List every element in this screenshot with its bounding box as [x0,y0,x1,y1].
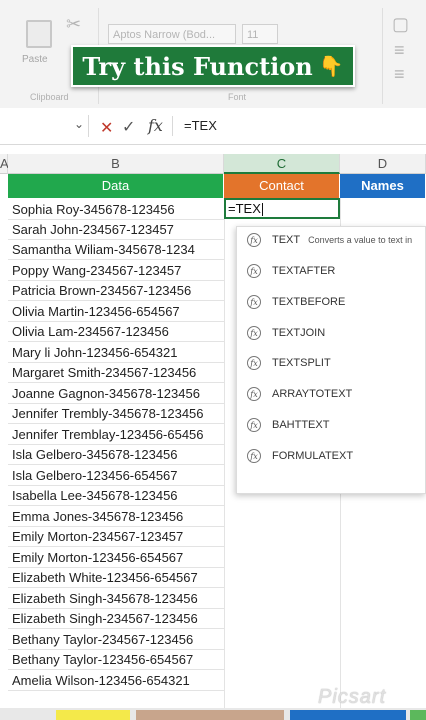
header-contact[interactable]: Contact [224,174,340,198]
table-row[interactable]: Jennifer Tremblay-123456-65456 [8,425,224,445]
function-autocomplete-list: fx TEXT Converts a value to text in fx T… [236,226,426,494]
autocomplete-item-bahttext[interactable]: fx BAHTTEXT [247,415,329,435]
align-icon[interactable]: ≡ [394,40,405,61]
sheet-tab[interactable] [56,710,130,720]
table-row[interactable]: Patricia Brown-234567-123456 [8,281,224,301]
chevron-down-icon[interactable]: ⌄ [74,117,84,131]
grid-line [224,198,225,708]
table-row[interactable]: Olivia Martin-123456-654567 [8,302,224,322]
table-row[interactable]: Jennifer Trembly-345678-123456 [8,404,224,424]
table-row[interactable]: Elizabeth Singh-345678-123456 [8,589,224,609]
table-row[interactable]: Isla Gelbero-123456-654567 [8,466,224,486]
column-header-c[interactable]: C [224,154,340,174]
table-row[interactable]: Elizabeth White-123456-654567 [8,568,224,588]
name-box[interactable]: ⌄ [0,115,89,137]
function-icon: fx [247,264,261,278]
active-cell-value: =TEX [228,201,261,216]
font-name-select[interactable]: Aptos Narrow (Bod... [108,24,236,44]
table-row[interactable]: Bethany Taylor-123456-654567 [8,650,224,670]
insert-function-icon[interactable]: fx [148,116,163,135]
cut-icon[interactable]: ✂ [66,14,81,35]
autocomplete-item-name: ARRAYTOTEXT [272,388,353,400]
sheet-tab[interactable] [410,710,426,720]
header-names[interactable]: Names [340,174,426,198]
table-row[interactable]: Elizabeth Singh-234567-123456 [8,609,224,629]
table-row[interactable]: Emily Morton-123456-654567 [8,548,224,568]
table-row[interactable]: Isla Gelbero-345678-123456 [8,445,224,465]
autocomplete-item-formulatext[interactable]: fx FORMULATEXT [247,446,353,466]
banner-text: Try this Function [82,51,313,81]
autocomplete-item-name: TEXTBEFORE [272,296,346,308]
paste-icon[interactable] [26,20,52,48]
clipboard-group-label: Clipboard [30,92,69,102]
autocomplete-item-name: TEXTSPLIT [272,357,331,369]
ribbon-divider [382,8,383,104]
function-icon: fx [247,295,261,309]
autocomplete-item-textjoin[interactable]: fx TEXTJOIN [247,323,325,343]
function-icon: fx [247,233,261,247]
function-icon: fx [247,356,261,370]
formula-divider [172,116,173,136]
indent-icon[interactable]: ≡ [394,64,405,85]
paste-label: Paste [22,54,48,65]
autocomplete-item-name: TEXTAFTER [272,265,336,277]
function-icon: fx [247,449,261,463]
cancel-icon[interactable]: ✕ [100,118,113,138]
autocomplete-item-name: TEXTJOIN [272,327,326,339]
text-caret [261,203,263,217]
column-header-b[interactable]: B [8,154,224,174]
column-header-a[interactable]: A [0,154,9,174]
formula-input[interactable]: =TEX [184,118,217,133]
column-header-d[interactable]: D [340,154,426,174]
font-group-label: Font [228,92,247,102]
table-row[interactable]: Sarah John-234567-123457 [8,220,224,240]
autocomplete-item-description: Converts a value to text in [308,235,413,245]
autocomplete-item-textsplit[interactable]: fx TEXTSPLIT [247,353,331,373]
font-size-select[interactable]: 11 [242,24,278,44]
function-icon: fx [247,418,261,432]
table-row[interactable]: Poppy Wang-234567-123457 [8,261,224,281]
table-row[interactable]: Emma Jones-345678-123456 [8,507,224,527]
table-row[interactable]: Olivia Lam-234567-123456 [8,322,224,342]
autocomplete-item-name: TEXT [272,234,301,246]
autocomplete-item-textbefore[interactable]: fx TEXTBEFORE [247,292,345,312]
wrap-icon[interactable]: ▢ [392,14,409,35]
function-icon: fx [247,326,261,340]
table-row[interactable]: Mary li John-123456-654321 [8,343,224,363]
table-row[interactable]: Sophia Roy-345678-123456 [8,200,224,220]
table-row[interactable]: Margaret Smith-234567-123456 [8,363,224,383]
table-row[interactable]: Samantha Wiliam-345678-1234 [8,240,224,260]
active-cell-c2[interactable]: =TEX [224,198,340,219]
table-row[interactable]: Emily Morton-234567-123457 [8,527,224,547]
sheet-tab[interactable] [136,710,284,720]
sheet-tab[interactable] [290,710,406,720]
table-row[interactable]: Bethany Taylor-234567-123456 [8,630,224,650]
autocomplete-item-textafter[interactable]: fx TEXTAFTER [247,261,335,281]
pointing-down-icon: 👇 [318,55,344,78]
autocomplete-item-name: FORMULATEXT [272,450,354,462]
table-row[interactable]: Amelia Wilson-123456-654321 [8,671,224,691]
autocomplete-item-name: BAHTTEXT [272,419,330,431]
autocomplete-item-text[interactable]: fx TEXT Converts a value to text in [247,230,412,250]
promo-banner: Try this Function 👇 [71,45,355,87]
header-data[interactable]: Data [8,174,224,198]
enter-check-icon[interactable]: ✓ [122,117,135,137]
table-row[interactable]: Joanne Gagnon-345678-123456 [8,384,224,404]
function-icon: fx [247,387,261,401]
watermark: Picsart [318,686,387,708]
table-row[interactable]: Isabella Lee-345678-123456 [8,486,224,506]
formula-bar: ⌄ ✕ ✓ fx =TEX [0,108,426,145]
autocomplete-item-arraytotext[interactable]: fx ARRAYTOTEXT [247,384,352,404]
